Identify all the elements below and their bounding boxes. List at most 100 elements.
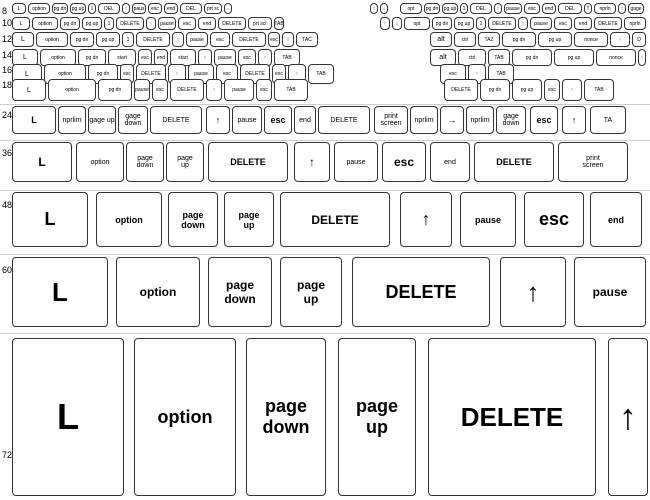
key-option-r48[interactable]: option (96, 192, 162, 247)
key-pgdn-r48[interactable]: pagedown (168, 192, 218, 247)
key-delete-r24-2[interactable]: DELETE (318, 106, 370, 134)
key-pgdn-r12-r[interactable]: pg dn (502, 32, 536, 47)
key-pause-r8[interactable]: paus (132, 3, 146, 14)
key-nprlim-r24[interactable]: nprlim (58, 106, 86, 134)
key-option-r18[interactable]: option (48, 79, 96, 101)
key-L-r24[interactable]: L (12, 106, 56, 134)
key-pgup-r10[interactable]: pg up (82, 17, 102, 30)
key-arrow-r10[interactable]: ↑ (146, 17, 156, 30)
key-delete-r18[interactable]: DELETE (170, 79, 204, 101)
key-ar-r18-r[interactable]: ↑ (562, 79, 582, 101)
key-pause-r10[interactable]: pause (158, 17, 176, 30)
key-del-r8-r[interactable]: DEL (470, 3, 492, 14)
key-esc-r12[interactable]: esc (210, 32, 230, 47)
key-alt-r12-r[interactable]: alt (430, 32, 452, 47)
key-ar-r8-r2[interactable]: ↑ (494, 3, 502, 14)
key-tab-r12[interactable]: TAC (296, 32, 318, 47)
key-delete-r12[interactable]: DELETE (136, 32, 170, 47)
key-pgup-r36[interactable]: pageup (166, 142, 204, 182)
key-L-r12[interactable]: L (12, 32, 34, 47)
key-d-r12-r[interactable]: D (632, 32, 646, 47)
key-prtscr-r36-r[interactable]: printscreen (558, 142, 628, 182)
key-arrow-r36[interactable]: ↑ (294, 142, 330, 182)
key-arrow2-r8[interactable]: → (224, 3, 232, 14)
key-pgdn-r8[interactable]: pg dn (52, 3, 68, 14)
key-1-r8-r[interactable]: 1 (460, 3, 468, 14)
key-L-r18[interactable]: L (12, 79, 46, 101)
key-np-r24-r[interactable]: nprlim (410, 106, 438, 134)
key-pgup-r12-r[interactable]: pg up (538, 32, 572, 47)
key-pause-r18[interactable]: pause (134, 79, 150, 101)
key-pgup-r14-r[interactable]: pg up (554, 49, 594, 66)
key-pgdn-r36[interactable]: pagedown (126, 142, 164, 182)
key-np-r8-r[interactable]: nprln (594, 3, 616, 14)
key-end-r8-r[interactable]: end (542, 3, 556, 14)
key-pgdn-r72[interactable]: pagedown (246, 338, 326, 496)
key-pgdn-r10[interactable]: pg dn (60, 17, 80, 30)
key-delete-r36[interactable]: DELETE (208, 142, 288, 182)
key-pgup-r18-r[interactable]: pg up (512, 79, 542, 101)
key-pa-r10-r[interactable]: pause (530, 17, 552, 30)
key-pause-r36[interactable]: pause (334, 142, 378, 182)
key-pa-r8-r[interactable]: pause (504, 3, 522, 14)
key-ta-r10[interactable]: TAB (274, 17, 284, 30)
key-delete-r10-2[interactable]: DELETE (218, 17, 246, 30)
key-prtscr-r24-r[interactable]: print screen (374, 106, 408, 134)
key-arr-r24-r[interactable]: → (440, 106, 464, 134)
key-delete-r8-2[interactable]: DEL (180, 3, 202, 14)
key-pause-r60[interactable]: pause (574, 257, 646, 327)
key-arrow-r72[interactable]: ↑ (608, 338, 648, 496)
key-esc-r18[interactable]: esc (152, 79, 168, 101)
key-pgup-r60[interactable]: pageup (280, 257, 342, 327)
key-pause-r48[interactable]: pause (460, 192, 516, 247)
key-tab-r16[interactable]: TAB (308, 64, 334, 84)
key-L-r10[interactable]: L (12, 17, 30, 30)
key-option-r60[interactable]: option (116, 257, 200, 327)
key-pgdn-r12[interactable]: pg dn (70, 32, 94, 47)
key-ga-r8-r[interactable]: gage (628, 3, 644, 14)
key-pgup-r12[interactable]: pg up (96, 32, 120, 47)
key-end-r48[interactable]: end (590, 192, 642, 247)
key-option-r12[interactable]: option (36, 32, 68, 47)
key-pgdn-r60[interactable]: pagedown (208, 257, 272, 327)
key-esc-r24[interactable]: esc (264, 106, 292, 134)
key-ct-r12[interactable]: 1 (122, 32, 134, 47)
key-arr2-r24-r[interactable]: ↑ (562, 106, 586, 134)
key-opt-r8-r[interactable]: opt (400, 3, 422, 14)
key-L-r8[interactable]: L (12, 3, 26, 14)
key-end-r10-r[interactable]: end (574, 17, 592, 30)
key-pause-r24[interactable]: pause (232, 106, 262, 134)
key-delete-r12-2[interactable]: DELETE (232, 32, 266, 47)
key-nce-r14-r[interactable]: nonce (596, 49, 636, 66)
key-end-r24[interactable]: end (294, 106, 316, 134)
key-pgdn-r18-r[interactable]: pg dn (480, 79, 510, 101)
key-printscreen-r8[interactable]: prt sc (204, 3, 222, 14)
key-tab-r18-r[interactable]: TAB (584, 79, 614, 101)
key-arrow-r48[interactable]: ↑ (400, 192, 452, 247)
key-pgup-r48[interactable]: pageup (224, 192, 274, 247)
key-L-r72[interactable]: L (12, 338, 124, 496)
key-ta-r24-r[interactable]: TA (590, 106, 626, 134)
key-pgu-r10-r[interactable]: pg up (454, 17, 474, 30)
key-gageup-r24[interactable]: gage up (88, 106, 116, 134)
key-gagedown-r24[interactable]: gage down (118, 106, 148, 134)
key-delete-r60[interactable]: DELETE (352, 257, 490, 327)
key-arrow-r12[interactable]: ↑ (172, 32, 184, 47)
key-delete-r72[interactable]: DELETE (428, 338, 596, 496)
key-esc-r12-b[interactable]: esc (268, 32, 280, 47)
key-arr-r8-r[interactable]: ↑ (370, 3, 378, 14)
key-num-r10[interactable]: 1 (104, 17, 114, 30)
key-pause-r18-2[interactable]: pause (224, 79, 254, 101)
key-option-r72[interactable]: option (134, 338, 236, 496)
key-esc-r10-r[interactable]: esc (554, 17, 572, 30)
key-opt-r10-r[interactable]: opt (404, 17, 430, 30)
key-esc-r8-r[interactable]: esc (524, 3, 540, 14)
key-option-r36[interactable]: option (76, 142, 124, 182)
key-ctr-r12-r[interactable]: ctrl (454, 32, 476, 47)
key-x-r12-r[interactable]: ↑ (610, 32, 630, 47)
key-arrow-r8[interactable]: ↑ (122, 3, 130, 14)
key-pgdn-r18[interactable]: pg dn (98, 79, 132, 101)
key-np2-r24-r[interactable]: nprlim (466, 106, 494, 134)
key-gdwn-r24-r[interactable]: gage down (496, 106, 526, 134)
key-arrow-r12-b[interactable]: ↑ (282, 32, 294, 47)
